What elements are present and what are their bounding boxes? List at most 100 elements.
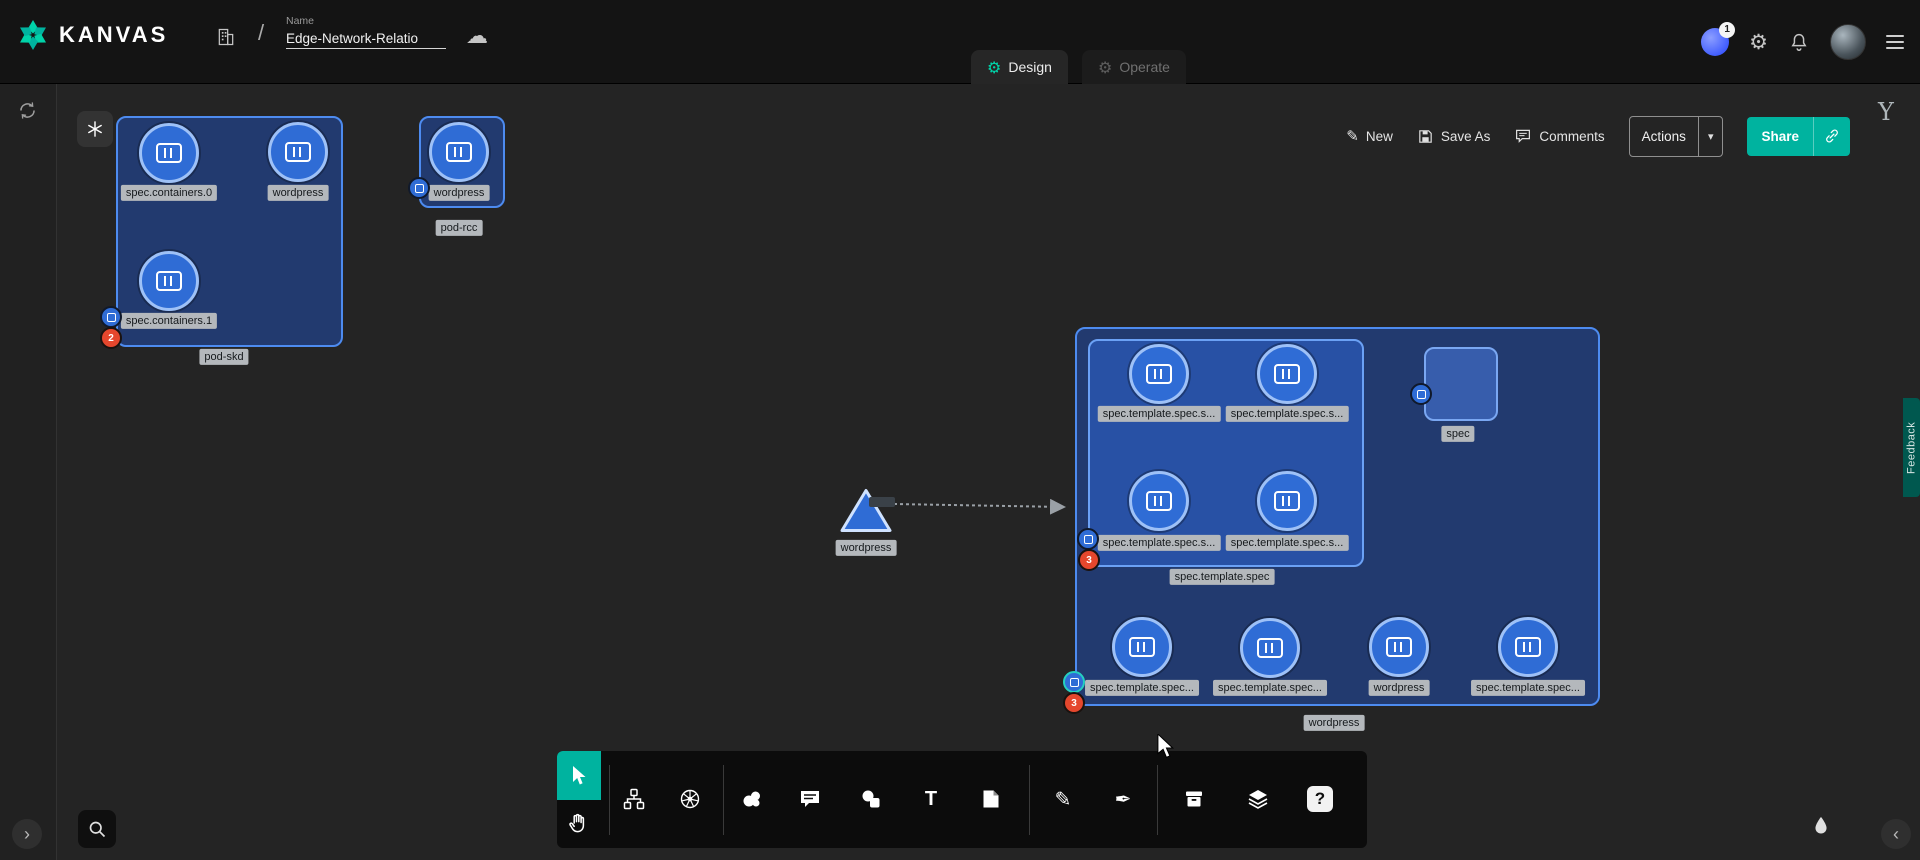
group-label: wordpress [1304, 715, 1365, 731]
yfiles-logo: Y [1878, 98, 1894, 126]
alert-count-badge[interactable]: 3 [1078, 549, 1100, 571]
pen-tool[interactable]: ✒ [1100, 776, 1146, 822]
comment-tool[interactable] [787, 776, 833, 822]
extensions-icon[interactable]: 1 [1701, 28, 1729, 56]
node-wordpress-container[interactable] [268, 122, 328, 182]
save-as-button[interactable]: Save As [1417, 128, 1491, 145]
design-name-field: Name [286, 15, 446, 49]
share-link-icon[interactable] [1813, 117, 1850, 156]
design-tab-icon: ⚙ [987, 58, 1001, 77]
feedback-tab[interactable]: Feedback [1903, 398, 1920, 497]
pod-badge-icon[interactable] [408, 177, 430, 199]
menu-icon[interactable] [1886, 31, 1904, 53]
design-name-input[interactable] [286, 29, 446, 49]
cloud-sync-icon[interactable]: ☁ [466, 24, 488, 49]
node-template-spec-5[interactable] [1112, 617, 1172, 677]
draw-tool[interactable]: ✎ [1040, 776, 1086, 822]
node-template-spec-3[interactable] [1129, 471, 1189, 531]
node-template-spec-7[interactable] [1498, 617, 1558, 677]
text-tool[interactable]: T [908, 776, 954, 822]
circle-square-icon [859, 787, 883, 811]
media-tool[interactable] [848, 776, 894, 822]
pod-badge-icon[interactable] [1410, 383, 1432, 405]
mouse-cursor [1156, 734, 1178, 760]
node-template-spec-4[interactable] [1257, 471, 1317, 531]
pod-badge-icon[interactable] [100, 306, 122, 328]
node-label: spec.template.spec.s... [1098, 535, 1221, 551]
node-wordpress-service[interactable] [838, 487, 894, 540]
help-tool[interactable]: ? [1297, 776, 1343, 822]
expand-sidebar-button[interactable]: › [12, 819, 42, 849]
notifications-bell-icon[interactable] [1788, 31, 1810, 53]
pod-badge-icon[interactable] [1077, 528, 1099, 550]
settings-gear-icon[interactable]: ⚙ [1749, 30, 1768, 54]
container-icon [1257, 638, 1283, 658]
design-tab-label: Design [1008, 59, 1052, 75]
container-icon [285, 142, 311, 162]
left-rail [0, 84, 57, 860]
select-tool[interactable] [557, 751, 601, 800]
container-icon [1146, 364, 1172, 384]
ink-drop-icon[interactable] [1810, 814, 1833, 842]
operate-tab-icon: ⚙ [1098, 58, 1112, 77]
kanvas-app: KANVAS / Name ☁ 1 ⚙ [0, 0, 1920, 860]
operate-tab-label: Operate [1119, 59, 1170, 75]
components-tool[interactable] [611, 776, 657, 822]
shapes-tool[interactable] [729, 776, 775, 822]
edge-service-to-deployment[interactable] [888, 493, 1080, 519]
top-header: KANVAS / Name ☁ 1 ⚙ [0, 0, 1920, 84]
container-icon [1274, 491, 1300, 511]
collapse-panel-button[interactable]: ‹ [1881, 819, 1911, 849]
header-right-controls: 1 ⚙ [1701, 0, 1904, 83]
node-label: spec.containers.0 [121, 185, 217, 201]
layers-icon [1246, 787, 1270, 811]
pan-tool[interactable] [555, 800, 601, 846]
node-label: spec.template.spec.s... [1098, 406, 1221, 422]
workspace-building-icon[interactable] [216, 27, 236, 47]
chevron-down-icon[interactable]: ▾ [1698, 117, 1723, 156]
container-icon [156, 271, 182, 291]
container-icon [1386, 637, 1412, 657]
node-template-spec-1[interactable] [1129, 344, 1189, 404]
service-triangle-icon [838, 487, 894, 535]
alert-count-badge[interactable]: 3 [1063, 692, 1085, 714]
node-wordpress-bottom[interactable] [1369, 617, 1429, 677]
node-template-spec-2[interactable] [1257, 344, 1317, 404]
tab-operate[interactable]: ⚙ Operate [1082, 50, 1186, 84]
share-button[interactable]: Share [1747, 117, 1850, 156]
user-avatar[interactable] [1830, 24, 1866, 60]
alert-count-badge[interactable]: 2 [100, 327, 122, 349]
actions-dropdown-button[interactable]: Actions ▾ [1629, 116, 1724, 157]
node-spec-containers-0[interactable] [139, 123, 199, 183]
node-label: spec.template.spec.s... [1226, 535, 1349, 551]
drawer-tool[interactable] [1171, 776, 1217, 822]
comments-button[interactable]: Comments [1514, 127, 1604, 145]
name-label: Name [286, 15, 446, 27]
comment-icon [1514, 127, 1532, 145]
kubernetes-tool[interactable] [667, 776, 713, 822]
kanvas-logo-icon [16, 18, 50, 52]
node-wordpress-container-rcc[interactable] [429, 122, 489, 182]
node-label: spec [1441, 426, 1474, 442]
group-label: pod-rcc [436, 220, 483, 236]
sync-history-icon[interactable] [17, 100, 38, 126]
new-button[interactable]: ✎ New [1346, 127, 1393, 145]
node-spec-containers-1[interactable] [139, 251, 199, 311]
component-flake-chip[interactable] [77, 111, 113, 147]
kanvas-logo[interactable]: KANVAS [16, 18, 168, 52]
layers-tool[interactable] [1235, 776, 1281, 822]
pencil-icon: ✎ [1055, 787, 1072, 811]
note-icon [979, 787, 1003, 811]
node-label: wordpress [268, 185, 329, 201]
pod-badge-icon[interactable] [1063, 671, 1085, 693]
node-label: wordpress [429, 185, 490, 201]
flowchart-icon [622, 787, 646, 811]
note-tool[interactable] [968, 776, 1014, 822]
cursor-icon [569, 765, 589, 787]
node-spec[interactable] [1424, 347, 1498, 421]
zoom-search-button[interactable] [78, 810, 116, 848]
tab-design[interactable]: ⚙ Design [971, 50, 1068, 84]
canvas-toolbar: ✎ New Save As Comments Actions ▾ Share [1346, 116, 1850, 156]
node-label: spec.template.spec... [1471, 680, 1585, 696]
node-template-spec-6[interactable] [1240, 618, 1300, 678]
